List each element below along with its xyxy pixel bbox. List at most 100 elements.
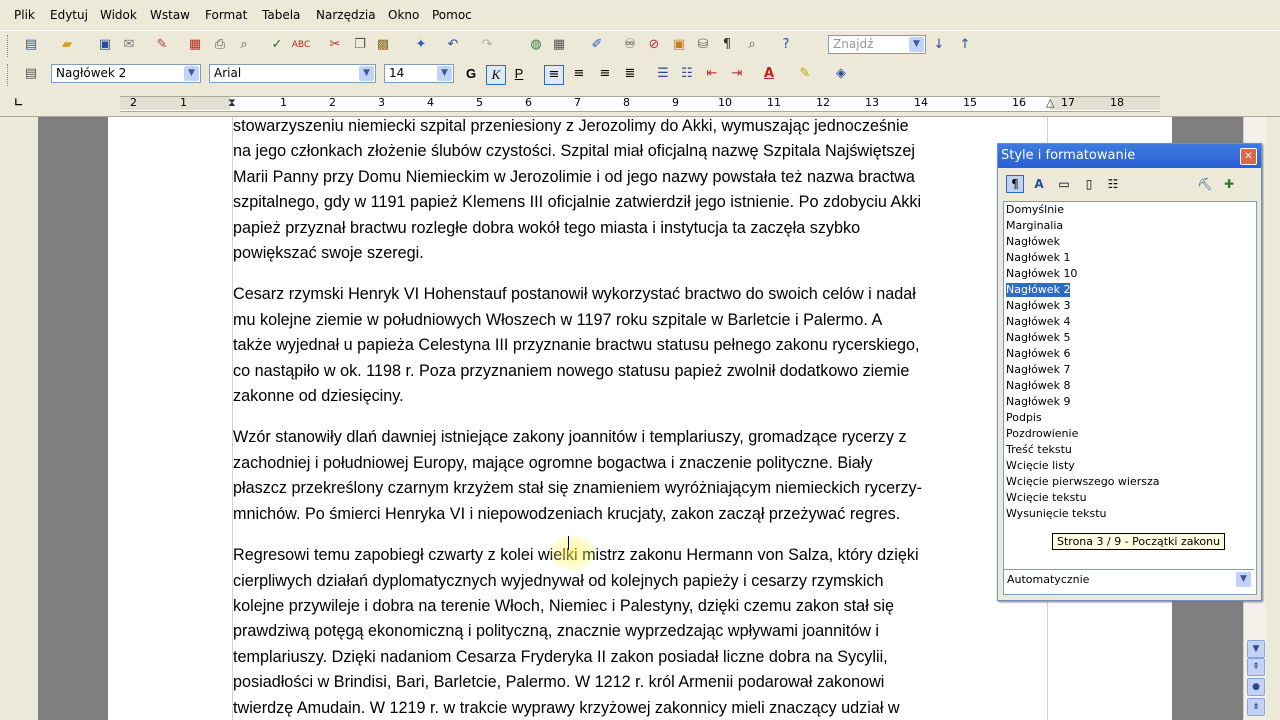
style-item[interactable]: Wcięcie pierwszego wiersza (1006, 475, 1160, 489)
style-item[interactable]: Marginalia (1006, 219, 1063, 233)
data-sources-icon[interactable]: ⛁ (694, 36, 712, 54)
panel-title[interactable]: Style i formatowanie ✕ (998, 144, 1261, 168)
horizontal-ruler[interactable]: ∟ 2 1 ⧗ 1 2 3 4 5 6 7 8 9 10 11 12 13 14… (0, 92, 1280, 117)
email-icon[interactable]: ✉ (120, 36, 138, 54)
tab-type-selector[interactable]: ∟ (14, 96, 28, 110)
menu-widok[interactable]: Widok (100, 8, 137, 22)
toolbar-grip[interactable] (7, 64, 11, 86)
chevron-down-icon[interactable]: ▼ (359, 66, 374, 81)
menu-narzedzia[interactable]: Narzędzia (316, 8, 376, 22)
find-binoculars-icon[interactable]: ♾ (621, 36, 639, 54)
style-item[interactable]: Nagłówek 4 (1006, 315, 1070, 329)
background-color-icon[interactable]: ◈ (832, 65, 850, 83)
align-center-icon[interactable]: ≡ (570, 65, 588, 83)
style-item[interactable]: Nagłówek 8 (1006, 379, 1070, 393)
spellcheck-icon[interactable]: ✓ (268, 36, 286, 54)
print-preview-icon[interactable]: ⌕ (235, 36, 253, 54)
menu-format[interactable]: Format (205, 8, 247, 22)
style-item[interactable]: Treść tekstu (1006, 443, 1072, 457)
style-filter-select[interactable]: Automatycznie ▼ (1004, 569, 1254, 590)
increase-indent-icon[interactable]: ⇥ (728, 65, 746, 83)
scroll-down-icon[interactable]: ▼ (1247, 640, 1265, 658)
document-text[interactable]: stowarzyszeniu niemiecki szpital przenie… (233, 117, 1033, 720)
cut-icon[interactable]: ✂ (326, 36, 344, 54)
edit-mode-icon[interactable]: ✎ (153, 36, 171, 54)
paragraph[interactable]: Regresowi temu zapobiegł czwarty z kolei… (233, 543, 1033, 720)
copy-icon[interactable]: ❐ (351, 36, 369, 54)
style-item[interactable]: Nagłówek 6 (1006, 347, 1070, 361)
underline-button[interactable]: P (510, 65, 528, 83)
style-item[interactable]: Wcięcie listy (1006, 459, 1075, 473)
paste-icon[interactable]: ▩ (374, 36, 392, 54)
frame-styles-icon[interactable]: ▭ (1055, 175, 1073, 193)
help-icon[interactable]: ? (777, 36, 795, 54)
chevron-down-icon[interactable]: ▼ (437, 66, 452, 81)
navigation-icon[interactable]: ● (1247, 678, 1265, 696)
menu-plik[interactable]: Plik (14, 8, 35, 22)
style-item[interactable]: Nagłówek 3 (1006, 299, 1070, 313)
export-pdf-icon[interactable]: ▦ (186, 36, 204, 54)
menu-tabela[interactable]: Tabela (262, 8, 300, 22)
hyperlink-icon[interactable]: ◍ (527, 36, 545, 54)
open-icon[interactable]: ▰ (58, 36, 76, 54)
menu-pomoc[interactable]: Pomoc (432, 8, 472, 22)
chevron-down-icon[interactable]: ▼ (184, 66, 199, 81)
redo-icon[interactable]: ↷ (478, 36, 496, 54)
zoom-icon[interactable]: ⌕ (743, 36, 761, 54)
style-item-selected[interactable]: Nagłówek 2 (1006, 283, 1071, 297)
toolbar-grip[interactable] (7, 35, 11, 57)
highlight-icon[interactable]: ✎ (796, 65, 814, 83)
chevron-down-icon[interactable]: ▼ (909, 37, 924, 52)
paragraph-style-select[interactable]: Nagłówek 2 ▼ (51, 64, 201, 83)
bold-button[interactable]: G (462, 65, 480, 83)
menu-okno[interactable]: Okno (388, 8, 419, 22)
new-document-icon[interactable]: ▤ (22, 36, 40, 54)
bullets-icon[interactable]: ☷ (678, 65, 696, 83)
format-paintbrush-icon[interactable]: ✦ (412, 36, 430, 54)
find-input[interactable]: Znajdź ▼ (828, 35, 926, 54)
italic-button[interactable]: K (486, 65, 506, 85)
style-item[interactable]: Pozdrowienie (1006, 427, 1078, 441)
list-styles-icon[interactable]: ☷ (1104, 175, 1122, 193)
align-right-icon[interactable]: ≡ (596, 65, 614, 83)
style-item[interactable]: Nagłówek 5 (1006, 331, 1070, 345)
style-item[interactable]: Domyślnie (1006, 203, 1064, 217)
align-left-icon[interactable]: ≡ (544, 65, 564, 85)
find-previous-icon[interactable]: ↑ (956, 36, 974, 54)
font-name-select[interactable]: Arial ▼ (209, 64, 376, 83)
autospellcheck-icon[interactable]: ABC (292, 36, 310, 54)
menu-edytuj[interactable]: Edytuj (50, 8, 88, 22)
styles-panel-icon[interactable]: ▤ (22, 65, 40, 83)
style-item[interactable]: Nagłówek 9 (1006, 395, 1070, 409)
style-item[interactable]: Podpis (1006, 411, 1042, 425)
fill-format-icon[interactable]: ⛏ (1196, 175, 1214, 193)
draw-icon[interactable]: ✐ (588, 36, 606, 54)
paragraph[interactable]: stowarzyszeniu niemiecki szpital przenie… (233, 117, 1033, 266)
style-item[interactable]: Wysunięcie tekstu (1006, 507, 1107, 521)
print-icon[interactable]: ⎙ (211, 36, 229, 54)
decrease-indent-icon[interactable]: ⇤ (703, 65, 721, 83)
undo-icon[interactable]: ↶ (444, 36, 462, 54)
gallery-icon[interactable]: ▣ (670, 36, 688, 54)
paragraph[interactable]: Wzór stanowiły dlań dawniej istniejące z… (233, 425, 1033, 527)
find-next-icon[interactable]: ↓ (930, 36, 948, 54)
paragraph-styles-icon[interactable]: ¶ (1006, 175, 1024, 193)
close-icon[interactable]: ✕ (1240, 148, 1257, 165)
navigator-icon[interactable]: ⊘ (645, 36, 663, 54)
numbering-icon[interactable]: ☰ (654, 65, 672, 83)
nonprinting-chars-icon[interactable]: ¶ (718, 36, 736, 54)
align-justify-icon[interactable]: ≣ (621, 65, 639, 83)
chevron-down-icon[interactable]: ▼ (1236, 572, 1251, 587)
right-indent-marker-icon[interactable]: △ (1046, 96, 1054, 109)
previous-page-icon[interactable]: ⇞ (1247, 658, 1265, 676)
character-styles-icon[interactable]: A (1030, 175, 1048, 193)
style-item[interactable]: Nagłówek 1 (1006, 251, 1070, 265)
indent-marker-icon[interactable]: ⧗ (228, 96, 236, 110)
save-icon[interactable]: ▣ (96, 36, 114, 54)
font-size-select[interactable]: 14 ▼ (384, 64, 454, 83)
style-item[interactable]: Wcięcie tekstu (1006, 491, 1087, 505)
table-icon[interactable]: ▦ (550, 36, 568, 54)
font-color-icon[interactable]: A (760, 65, 778, 83)
menu-wstaw[interactable]: Wstaw (150, 8, 190, 22)
style-item[interactable]: Nagłówek (1006, 235, 1060, 249)
